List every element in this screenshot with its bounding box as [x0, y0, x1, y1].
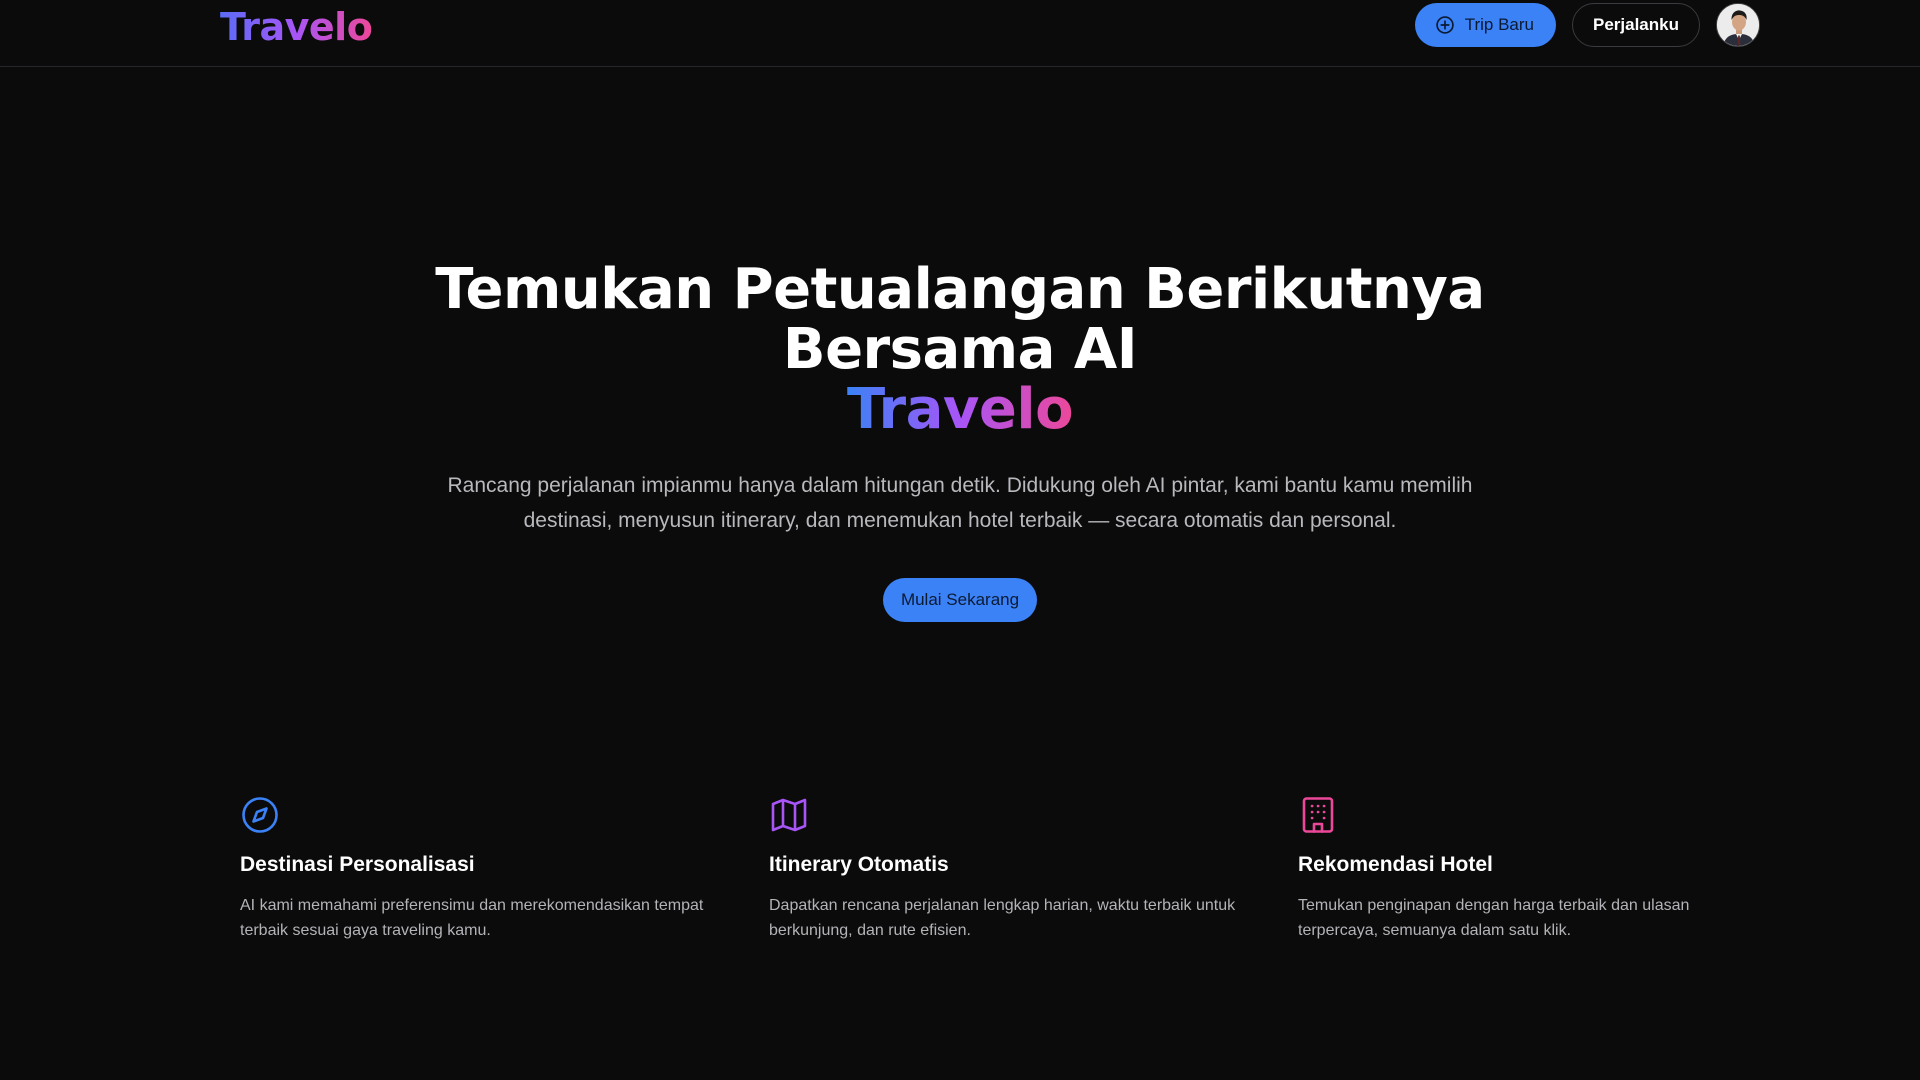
map-icon — [771, 798, 807, 832]
building-icon — [1302, 797, 1334, 833]
plus-circle-icon — [1435, 16, 1454, 34]
hero-section: Temukan Petualangan Berikutnya Bersama A… — [0, 260, 1920, 622]
feature-title: Rekomendasi Hotel — [1298, 853, 1493, 876]
feature-card-hotel: Rekomendasi Hotel Temukan penginapan den… — [1298, 795, 1768, 943]
hero-brand: Travelo — [846, 377, 1074, 442]
my-trips-button[interactable]: Perjalanku — [1572, 3, 1700, 47]
landing-page: Travelo Trip Baru Perjalanku Temukan Pet… — [0, 0, 1920, 1080]
compass-icon — [242, 797, 278, 833]
feature-title: Itinerary Otomatis — [769, 853, 949, 876]
hero-title-line-2: Bersama AI — [782, 317, 1138, 382]
user-photo-icon — [1717, 4, 1759, 46]
get-started-button[interactable]: Mulai Sekarang — [882, 578, 1038, 622]
feature-description: Temukan penginapan dengan harga terbaik … — [1298, 897, 1690, 939]
new-trip-label: Trip Baru — [1464, 15, 1534, 34]
avatar[interactable] — [1716, 3, 1760, 47]
hero-subtitle: Rancang perjalanan impianmu hanya dalam … — [447, 474, 1473, 532]
feature-title: Destinasi Personalisasi — [240, 853, 475, 876]
new-trip-button[interactable]: Trip Baru — [1414, 3, 1556, 47]
feature-description: AI kami memahami preferensimu dan mereko… — [240, 897, 704, 939]
hero-title: Temukan Petualangan Berikutnya Bersama A… — [0, 260, 1920, 380]
features-section: Destinasi Personalisasi AI kami memahami… — [240, 795, 1689, 955]
hero-title-line-1: Temukan Petualangan Berikutnya — [435, 257, 1485, 322]
feature-description: Dapatkan rencana perjalanan lengkap hari… — [769, 897, 1236, 939]
top-navbar: Travelo Trip Baru Perjalanku — [0, 0, 1920, 67]
feature-card-itinerary: Itinerary Otomatis Dapatkan rencana perj… — [769, 795, 1239, 943]
feature-card-destinations: Destinasi Personalisasi AI kami memahami… — [240, 795, 710, 943]
hero-brand-wrap: Travelo — [0, 380, 1920, 440]
logo[interactable]: Travelo — [220, 4, 373, 50]
nav-actions: Trip Baru Perjalanku — [1414, 3, 1760, 47]
